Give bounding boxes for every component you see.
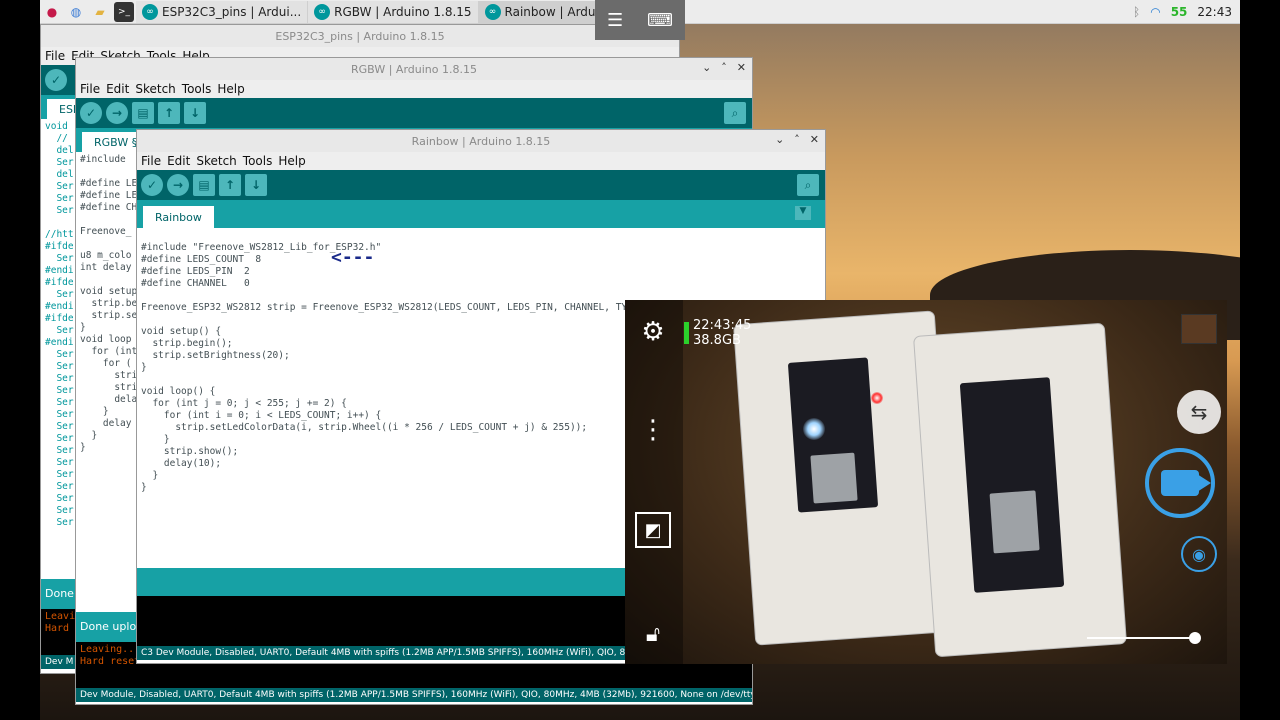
exposure-icon[interactable]: ◩ <box>635 512 671 548</box>
menu-file[interactable]: File <box>80 82 100 96</box>
verify-button[interactable]: ✓ <box>80 102 102 124</box>
open-button[interactable]: ↑ <box>158 102 180 124</box>
task-rgbw[interactable]: ∞ RGBW | Arduino 1.8.15 <box>308 0 479 23</box>
upload-button[interactable]: → <box>167 174 189 196</box>
file-manager-icon[interactable]: ▰ <box>90 2 110 22</box>
menu-icon[interactable]: ☰ <box>607 10 623 31</box>
browser-icon[interactable]: ◍ <box>66 2 86 22</box>
menu-edit[interactable]: Edit <box>106 82 129 96</box>
camera-preview[interactable]: ⚙ 22:43:45 38.8GB ⋮ ◩ 🔓︎ ⇆ ◉ <box>625 300 1227 664</box>
settings-gear-icon[interactable]: ⚙ <box>635 314 671 350</box>
upload-button[interactable]: → <box>106 102 128 124</box>
save-button[interactable]: ↓ <box>184 102 206 124</box>
code-line: #include "Freenove_WS2812_Lib_for_ESP32.… <box>141 242 382 253</box>
save-button[interactable]: ↓ <box>245 174 267 196</box>
new-button[interactable]: ▤ <box>132 102 154 124</box>
menu-sketch[interactable]: Sketch <box>135 82 175 96</box>
raspberry-menu-icon[interactable]: ● <box>42 2 62 22</box>
more-options-icon[interactable]: ⋮ <box>635 412 671 448</box>
menu-bar: File Edit Sketch Tools Help <box>137 152 825 170</box>
zoom-slider[interactable] <box>1087 637 1195 639</box>
unlock-icon[interactable]: 🔓︎ <box>635 616 671 652</box>
menu-bar: File Edit Sketch Tools Help <box>76 80 752 98</box>
wifi-icon[interactable]: ◠ <box>1150 5 1160 19</box>
system-tray: ᛒ ◠ 55 22:43 <box>1133 0 1232 24</box>
photo-camera-icon[interactable]: ◉ <box>1181 536 1217 572</box>
tab-rainbow[interactable]: Rainbow <box>143 206 214 228</box>
minimize-icon[interactable]: ⌄ <box>702 61 711 74</box>
window-title: ESP32C3_pins | Arduino 1.8.15 <box>275 29 445 43</box>
new-button[interactable]: ▤ <box>193 174 215 196</box>
maximize-icon[interactable]: ˄ <box>794 133 800 146</box>
serial-monitor-button[interactable]: ⌕ <box>724 102 746 124</box>
menu-sketch[interactable]: Sketch <box>196 154 236 168</box>
arduino-icon: ∞ <box>314 3 331 20</box>
window-title: RGBW | Arduino 1.8.15 <box>351 62 477 76</box>
keyboard-icon[interactable]: ⌨ <box>647 10 673 31</box>
zoom-slider-handle[interactable] <box>1189 632 1201 644</box>
bluetooth-icon[interactable]: ᛒ <box>1133 5 1140 19</box>
tab-menu-icon[interactable]: ▼ <box>795 206 811 220</box>
board-info: Dev Module, Disabled, UART0, Default 4MB… <box>76 688 752 702</box>
camera-time: 22:43:45 <box>693 318 752 333</box>
serial-monitor-button[interactable]: ⌕ <box>797 174 819 196</box>
minimize-icon[interactable]: ⌄ <box>775 133 784 146</box>
code-line: #define LEDS_PIN 2 <box>141 266 250 277</box>
menu-help[interactable]: Help <box>278 154 305 168</box>
maximize-icon[interactable]: ˄ <box>721 61 727 74</box>
battery-level[interactable]: 55 <box>1171 5 1188 19</box>
close-icon[interactable]: ✕ <box>810 133 819 146</box>
verify-button[interactable]: ✓ <box>45 69 67 91</box>
thumbnail-preview[interactable] <box>1181 314 1217 344</box>
arduino-icon: ∞ <box>484 3 501 20</box>
onscreen-panel: ☰ ⌨ <box>595 0 685 40</box>
camera-feed-image <box>625 300 1227 664</box>
menu-edit[interactable]: Edit <box>167 154 190 168</box>
camera-left-panel <box>625 300 683 664</box>
clock[interactable]: 22:43 <box>1197 5 1232 19</box>
menu-tools[interactable]: Tools <box>182 82 212 96</box>
code-line: #define LEDS_COUNT 8 <box>141 254 262 265</box>
code-line: #define CHANNEL 0 <box>141 278 250 289</box>
terminal-icon[interactable]: >_ <box>114 1 134 22</box>
verify-button[interactable]: ✓ <box>141 174 163 196</box>
task-esp32c3-pins[interactable]: ∞ ESP32C3_pins | Ardui... <box>136 0 309 23</box>
record-button[interactable] <box>1145 448 1215 518</box>
menu-tools[interactable]: Tools <box>243 154 273 168</box>
close-icon[interactable]: ✕ <box>737 61 746 74</box>
menu-file[interactable]: File <box>141 154 161 168</box>
menu-help[interactable]: Help <box>217 82 244 96</box>
battery-indicator-icon <box>684 322 689 344</box>
window-title: Rainbow | Arduino 1.8.15 <box>411 134 551 148</box>
menu-file[interactable]: File <box>45 49 65 63</box>
annotation-arrow: <--- <box>331 247 375 268</box>
status-text: Done <box>45 587 74 600</box>
arduino-icon: ∞ <box>142 3 158 20</box>
camera-storage: 38.8GB <box>693 333 741 348</box>
open-button[interactable]: ↑ <box>219 174 241 196</box>
switch-camera-icon[interactable]: ⇆ <box>1177 390 1221 434</box>
